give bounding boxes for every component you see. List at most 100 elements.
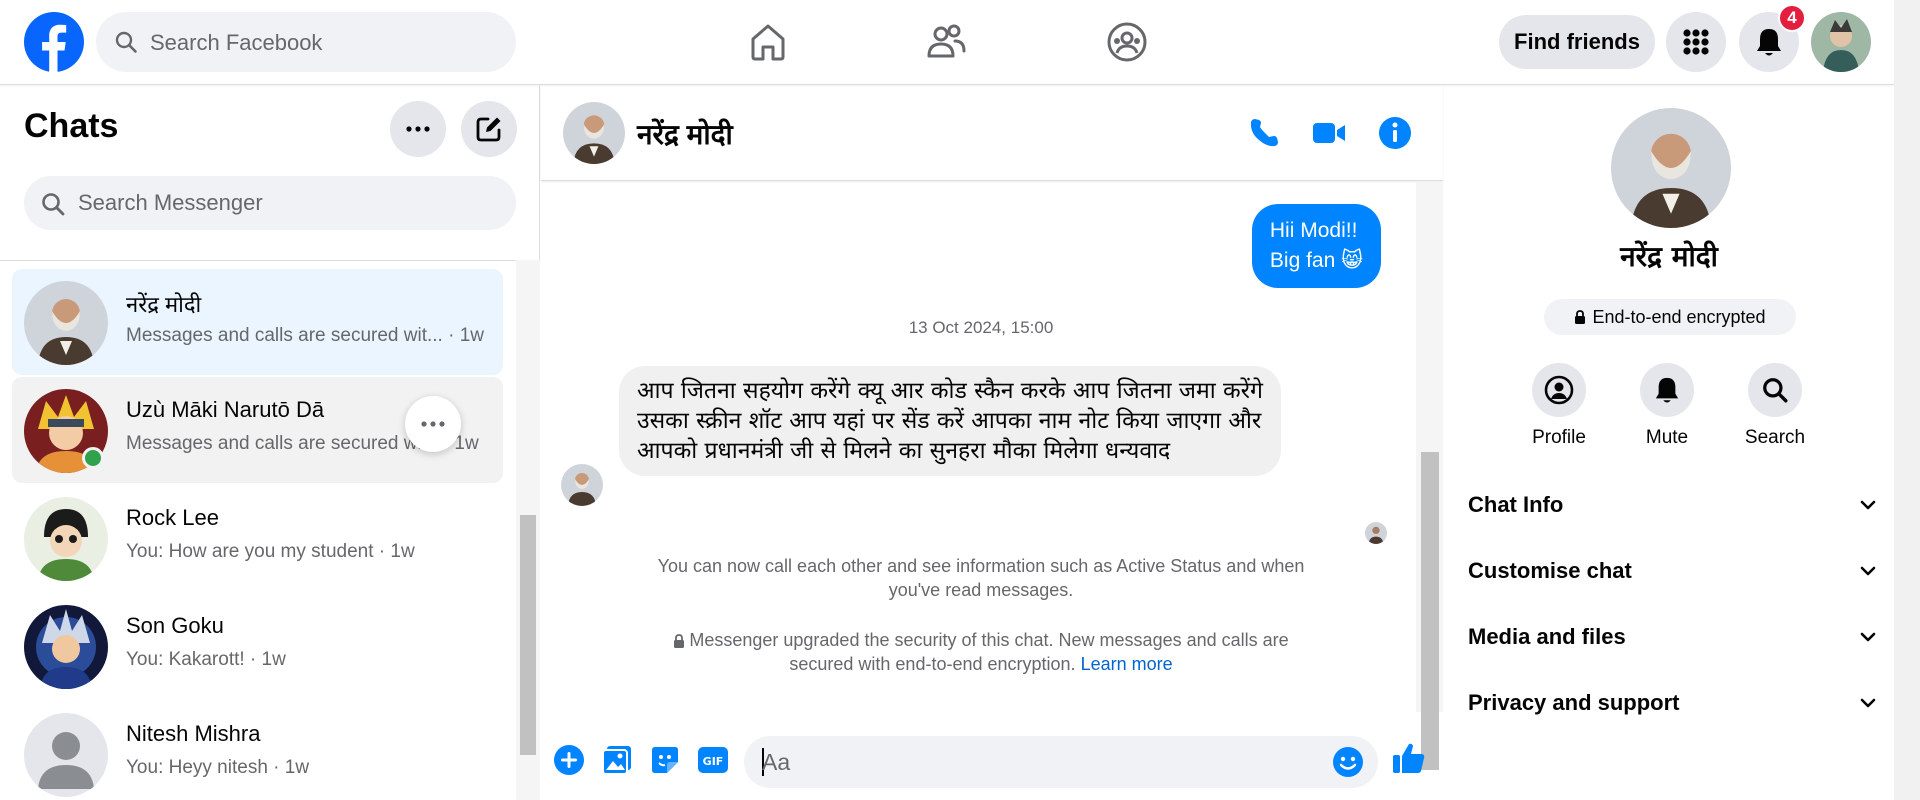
friends-icon[interactable] [924, 20, 968, 64]
page-scrollbar[interactable] [1894, 0, 1920, 800]
message-line: Hii Modi!! [1269, 219, 1358, 242]
mute-action-button[interactable]: Mute [1617, 363, 1717, 449]
conversation-avatar[interactable] [563, 102, 625, 164]
call-notice: You can now call each other and see info… [657, 556, 1305, 600]
chat-item-son-goku[interactable]: Son Goku You: Kakarott! · 1w [12, 593, 503, 699]
chat-item-rock-lee[interactable]: Rock Lee You: How are you my student · 1… [12, 485, 503, 591]
chat-name: Son Goku [126, 613, 224, 638]
chat-item-narendra-modi[interactable]: नरेंद्र मोदी Messages and calls are secu… [12, 269, 503, 375]
incoming-message[interactable]: आप जितना सहयोग करेंगे क्यू आर कोड स्कैन … [619, 366, 1281, 476]
chat-name: Uzù Māki Narutō Dā [126, 397, 325, 422]
message-line: Big fan 😸 [1269, 249, 1363, 272]
chat-preview: You: Heyy nitesh · 1w [126, 757, 310, 778]
conversation-scrollbar[interactable] [1416, 182, 1443, 770]
message-thread: Hii Modi!! Big fan 😸 13 Oct 2024, 15:00 … [541, 182, 1421, 712]
find-friends-button[interactable]: Find friends [1499, 15, 1655, 69]
info-icon[interactable] [1377, 115, 1413, 151]
message-composer: GIF Aa [541, 720, 1443, 800]
account-avatar[interactable] [1811, 12, 1871, 72]
chat-preview: Messages and calls are secured wit... · … [126, 325, 484, 346]
contact-profile-avatar[interactable] [1611, 108, 1731, 228]
action-label: Profile [1532, 427, 1586, 448]
avatar [24, 281, 108, 365]
gif-icon[interactable]: GIF [697, 744, 729, 776]
plus-icon[interactable] [553, 744, 585, 776]
avatar [24, 497, 108, 581]
notification-count-badge: 4 [1778, 4, 1806, 32]
encryption-notice-text: Messenger upgraded the security of this … [689, 630, 1289, 674]
section-chat-info[interactable]: Chat Info [1468, 480, 1878, 530]
search-icon [114, 30, 138, 54]
chat-name: Nitesh Mishra [126, 721, 261, 746]
chats-options-button[interactable] [390, 101, 446, 157]
grid-menu-icon [1682, 28, 1710, 56]
lock-icon [1574, 310, 1586, 324]
chevron-down-icon [1858, 693, 1878, 713]
scrollbar-thumb[interactable] [520, 515, 536, 755]
bell-icon [1755, 27, 1783, 57]
contact-name: नरेंद्र मोदी [1620, 240, 1718, 273]
bell-icon [1654, 376, 1680, 404]
message-timestamp: 13 Oct 2024, 15:00 [908, 318, 1054, 337]
menu-grid-button[interactable] [1666, 12, 1726, 72]
section-media-and-files[interactable]: Media and files [1468, 612, 1878, 662]
video-call-icon[interactable] [1311, 115, 1347, 151]
new-message-button[interactable] [461, 101, 517, 157]
chat-list: नरेंद्र मोदी Messages and calls are secu… [0, 260, 520, 800]
chat-name: Rock Lee [126, 505, 219, 530]
action-label: Mute [1645, 427, 1689, 448]
encryption-badge-label: End-to-end encrypted [1592, 306, 1766, 327]
conversation-header: नरेंद्र मोदी [541, 85, 1443, 181]
message-input-placeholder: Aa [762, 749, 791, 775]
more-horizontal-icon [421, 421, 445, 427]
message-input[interactable]: Aa [744, 736, 1378, 788]
search-icon [1761, 376, 1789, 404]
phone-call-icon[interactable] [1246, 115, 1282, 151]
section-label: Customise chat [1468, 558, 1632, 583]
facebook-search-field[interactable]: Search Facebook [96, 12, 516, 72]
chat-preview: You: How are you my student · 1w [126, 541, 415, 562]
messenger-search-field[interactable]: Search Messenger [24, 176, 516, 230]
profile-action-button[interactable]: Profile [1509, 363, 1609, 449]
encryption-notice: Messenger upgraded the security of this … [641, 628, 1321, 676]
chats-sidebar: Chats Search Messenger नरेंद्र मोदी Mess… [0, 85, 540, 800]
messenger-search-placeholder: Search Messenger [78, 190, 263, 215]
seen-indicator-avatar [1365, 522, 1387, 544]
chat-more-options-button[interactable] [405, 396, 461, 452]
thumbs-up-icon[interactable] [1391, 740, 1427, 776]
chats-heading: Chats [24, 107, 119, 145]
emoji-icon[interactable] [1332, 746, 1364, 778]
search-placeholder: Search Facebook [150, 30, 323, 55]
lock-icon [673, 634, 685, 648]
chevron-down-icon [1858, 495, 1878, 515]
search-icon [40, 191, 66, 217]
groups-icon[interactable] [1105, 20, 1149, 64]
facebook-logo-icon[interactable] [24, 12, 84, 72]
conversation-pane: नरेंद्र मोदी Hii Modi!! Big fan 😸 13 Oct… [541, 85, 1443, 800]
section-label: Media and files [1468, 624, 1626, 649]
search-action-button[interactable]: Search [1725, 363, 1825, 449]
chat-item-nitesh-mishra[interactable]: Nitesh Mishra You: Heyy nitesh · 1w [12, 701, 503, 800]
section-privacy-and-support[interactable]: Privacy and support [1468, 678, 1878, 728]
chat-list-scrollbar[interactable] [516, 260, 540, 800]
sender-avatar [561, 464, 603, 506]
profile-icon [1544, 375, 1574, 405]
section-label: Privacy and support [1468, 690, 1680, 715]
more-horizontal-icon [406, 126, 430, 132]
conversation-info-panel: नरेंद्र मोदी End-to-end encrypted Profil… [1444, 85, 1894, 800]
outgoing-message[interactable]: Hii Modi!! Big fan 😸 [1251, 204, 1381, 288]
encryption-badge[interactable]: End-to-end encrypted [1544, 299, 1796, 335]
avatar [24, 713, 108, 797]
action-label: Search [1744, 427, 1806, 448]
home-icon[interactable] [746, 20, 790, 64]
sticker-icon[interactable] [649, 744, 681, 776]
compose-icon [475, 115, 503, 143]
conversation-title[interactable]: नरेंद्र मोदी [637, 115, 733, 153]
chat-name: नरेंद्र मोदी [126, 292, 202, 317]
online-status-indicator [82, 447, 104, 469]
svg-text:GIF: GIF [703, 755, 724, 768]
avatar [24, 605, 108, 689]
photo-icon[interactable] [601, 744, 633, 776]
section-customise-chat[interactable]: Customise chat [1468, 546, 1878, 596]
learn-more-link[interactable]: Learn more [1081, 654, 1173, 674]
